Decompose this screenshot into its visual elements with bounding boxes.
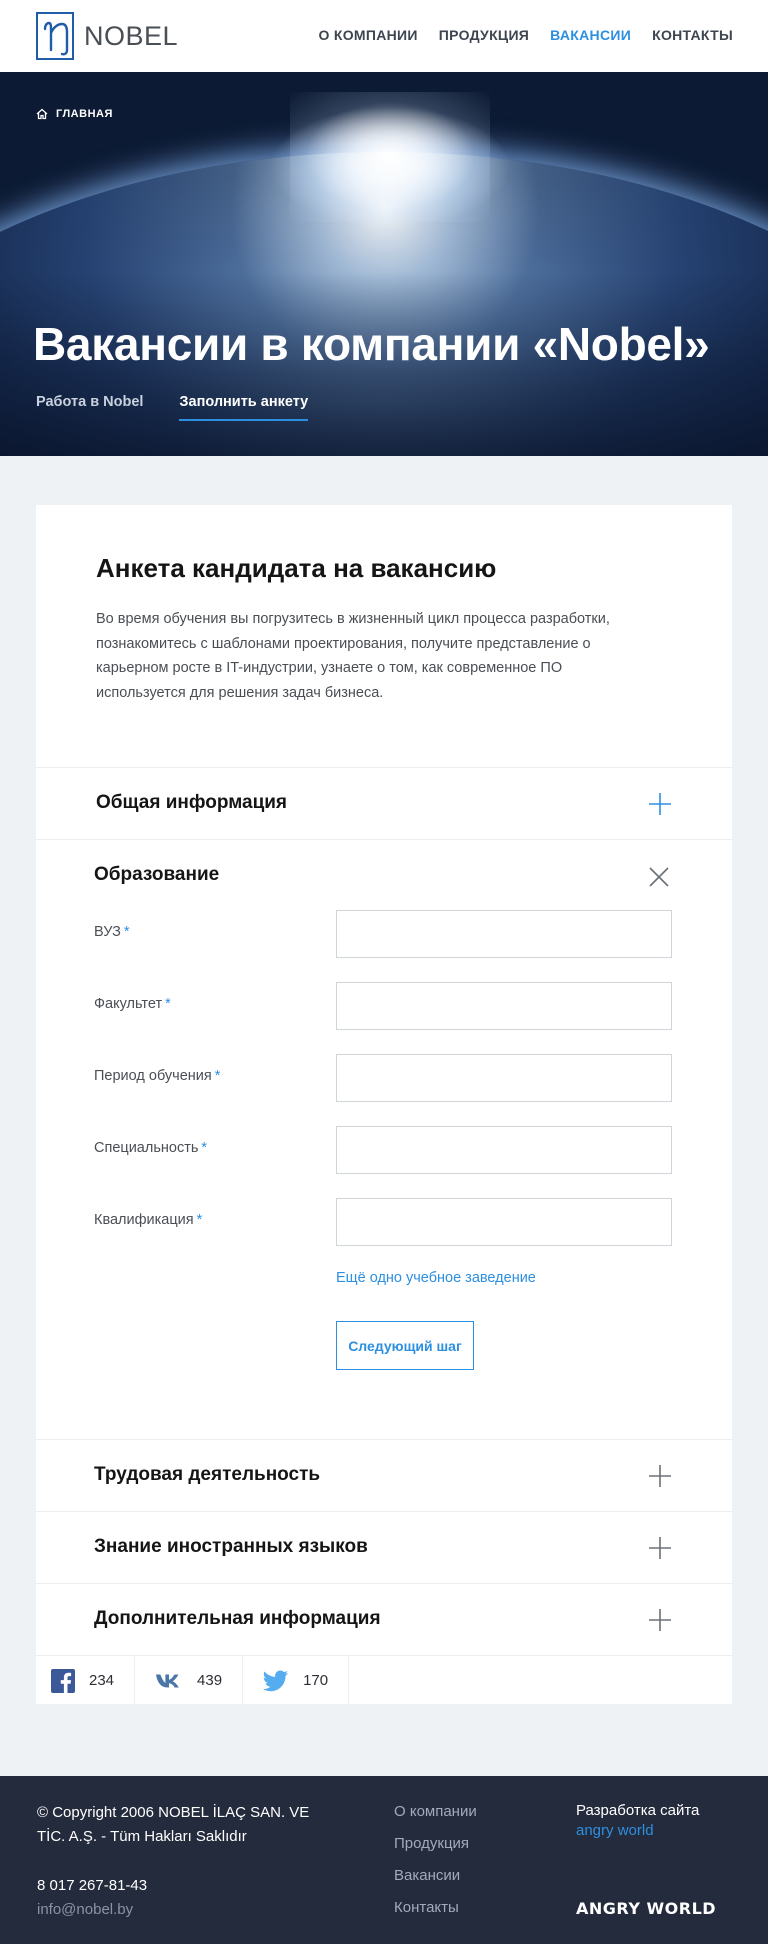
hero-tabs: Работа в Nobel Заполнить анкету [36, 394, 309, 421]
tab-fill-form[interactable]: Заполнить анкету [179, 394, 309, 421]
share-count-vk: 439 [197, 1672, 223, 1689]
footer-nav: О компании Продукция Вакансии Контакты [394, 1803, 477, 1931]
section-title-work: Трудовая деятельность [94, 1464, 321, 1485]
nav-contacts[interactable]: КОНТАКТЫ [652, 27, 733, 43]
plus-icon[interactable] [648, 1536, 672, 1560]
specialty-input[interactable] [336, 1126, 672, 1174]
university-input[interactable] [336, 910, 672, 958]
section-title-additional: Дополнительная информация [94, 1608, 381, 1629]
study-period-input[interactable] [336, 1054, 672, 1102]
field-label-university: ВУЗ * [94, 924, 130, 940]
vk-icon [156, 1674, 179, 1687]
section-additional[interactable]: Дополнительная информация [36, 1583, 732, 1655]
logo-text: NOBEL [84, 21, 179, 51]
form-title: Анкета кандидата на вакансию [96, 553, 497, 583]
form-description: Во время обучения вы погрузитесь в жизне… [96, 611, 610, 701]
share-vk[interactable]: 439 [135, 1656, 244, 1705]
site-header: NOBEL О КОМПАНИИ ПРОДУКЦИЯ ВАКАНСИИ КОНТ… [0, 0, 768, 72]
developer-text: Разработка сайта [576, 1802, 700, 1819]
hero-banner: ГЛАВНАЯ Вакансии в компании «Nobel» Рабо… [0, 72, 768, 456]
logo-mark-icon [36, 12, 74, 60]
section-work[interactable]: Трудовая деятельность [36, 1439, 732, 1511]
field-label-study-period: Период обучения * [94, 1068, 221, 1084]
logo[interactable]: NOBEL [36, 12, 178, 60]
breadcrumb[interactable]: ГЛАВНАЯ [36, 108, 113, 120]
footer-nav-products[interactable]: Продукция [394, 1835, 477, 1867]
site-footer: © Copyright 2006 NOBEL İLAÇ SAN. VE TİC.… [0, 1776, 768, 1944]
phone-number[interactable]: 8 017 267-81-43 [37, 1877, 147, 1894]
breadcrumb-home[interactable]: ГЛАВНАЯ [56, 108, 113, 120]
developer-logo[interactable]: ANGRY WORLD [576, 1899, 716, 1918]
section-title-education: Образование [94, 864, 220, 885]
home-icon [36, 108, 48, 120]
qualification-input[interactable] [336, 1198, 672, 1246]
share-count-twitter: 170 [303, 1672, 329, 1689]
share-facebook[interactable]: 234 [36, 1656, 136, 1705]
nav-about[interactable]: О КОМПАНИИ [319, 27, 418, 43]
footer-nav-contacts[interactable]: Контакты [394, 1899, 477, 1931]
close-icon[interactable] [648, 866, 672, 890]
field-label-qualification: Квалификация * [94, 1212, 203, 1228]
footer-nav-vacancies[interactable]: Вакансии [394, 1867, 477, 1899]
email-link[interactable]: info@nobel.by [37, 1901, 133, 1918]
add-institution-link[interactable]: Ещё одно учебное заведение [336, 1270, 536, 1286]
sun-glow [290, 92, 490, 222]
section-title-general: Общая информация [96, 792, 288, 813]
main-nav: О КОМПАНИИ ПРОДУКЦИЯ ВАКАНСИИ КОНТАКТЫ [319, 27, 734, 43]
footer-nav-about[interactable]: О компании [394, 1803, 477, 1835]
copyright-text: © Copyright 2006 NOBEL İLAÇ SAN. VE TİC.… [37, 1804, 310, 1845]
plus-icon[interactable] [648, 1464, 672, 1488]
tab-work-at-nobel[interactable]: Работа в Nobel [36, 394, 143, 421]
share-bar: 234 439 170 [36, 1655, 732, 1705]
section-general-info[interactable]: Общая информация [36, 767, 732, 839]
application-card: Анкета кандидата на вакансию Во время об… [36, 505, 732, 1705]
faculty-input[interactable] [336, 982, 672, 1030]
twitter-icon [263, 1670, 289, 1691]
nav-vacancies[interactable]: ВАКАНСИИ [550, 27, 631, 43]
page-title: Вакансии в компании «Nobel» [33, 318, 710, 370]
developer-link[interactable]: angry world [576, 1821, 699, 1841]
share-twitter[interactable]: 170 [243, 1656, 350, 1705]
next-step-button[interactable]: Следующий шаг [336, 1321, 474, 1370]
field-label-faculty: Факультет * [94, 996, 171, 1012]
developer-credit: Разработка сайта angry world [576, 1801, 699, 1841]
field-label-specialty: Специальность * [94, 1140, 208, 1156]
nav-products[interactable]: ПРОДУКЦИЯ [439, 27, 529, 43]
section-languages[interactable]: Знание иностранных языков [36, 1511, 732, 1583]
section-title-languages: Знание иностранных языков [94, 1536, 368, 1557]
plus-icon[interactable] [648, 1608, 672, 1632]
facebook-icon [51, 1668, 75, 1693]
share-count-facebook: 234 [89, 1672, 115, 1689]
plus-icon[interactable] [648, 792, 672, 816]
